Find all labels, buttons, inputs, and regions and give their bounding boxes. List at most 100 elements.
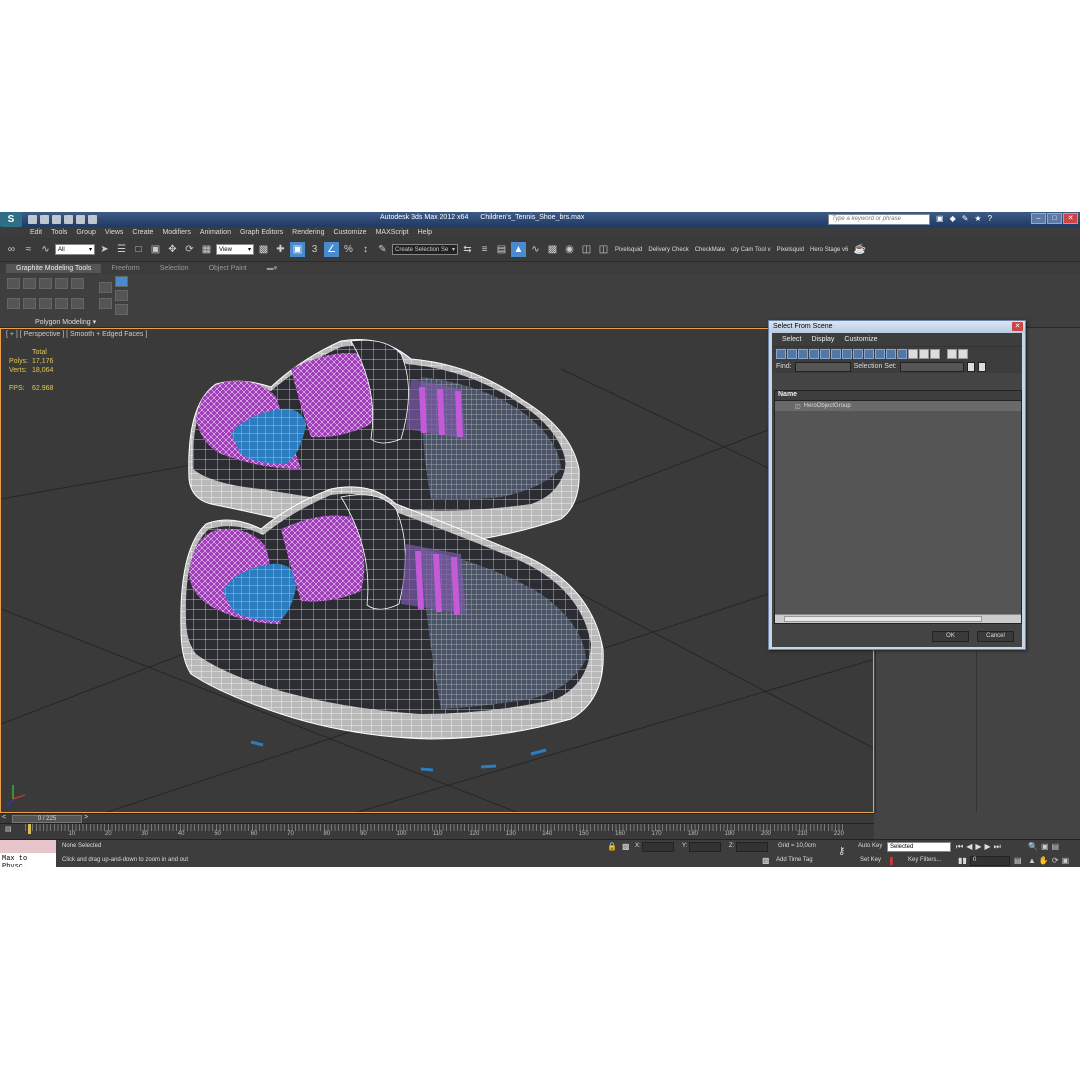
dialog-menu-customize[interactable]: Customize [844,336,877,343]
next-frame-icon[interactable]: > [84,814,88,821]
dialog-menu-select[interactable]: Select [782,336,801,343]
show-end-result-icon[interactable] [55,298,68,309]
current-frame-field[interactable]: 0 [970,856,1010,866]
app-logo-icon[interactable]: S [0,212,22,227]
next-stack-icon[interactable] [39,298,52,309]
mirror-icon[interactable]: ⇆ [460,242,475,257]
plugin-hero-stage[interactable]: Hero Stage v6 [810,247,848,253]
close-button[interactable]: ✕ [1063,213,1078,224]
menu-graph-editors[interactable]: Graph Editors [240,229,283,236]
key-mode-toggle-icon[interactable]: ▮▮ [958,856,967,865]
field-of-view-icon[interactable]: ▲ [1028,856,1036,865]
help-search-input[interactable]: Type a keyword or phrase [828,214,930,225]
time-slider[interactable]: < 0 / 225 > [0,813,874,823]
named-selection-dropdown[interactable]: Create Selection Se ▾ [392,244,458,255]
zoom-icon[interactable]: 🔍 [1028,842,1038,851]
mini-curve-editor-icon[interactable]: ▤ [5,825,12,833]
key-mode-dropdown[interactable]: Selected [887,842,951,852]
menu-edit[interactable]: Edit [30,229,42,236]
repeat-last-icon[interactable] [99,298,112,309]
plugin-checkmate[interactable]: CheckMate [695,247,725,253]
dialog-close-button[interactable]: ✕ [1012,322,1023,331]
previous-key-icon[interactable]: ◀ [966,842,972,852]
maxscript-listener[interactable]: Max to Physc. [0,853,56,867]
key-filters-button[interactable]: Key Filters... [908,857,941,863]
rectangular-selection-icon[interactable]: □ [131,242,146,257]
plugin-delivery-check[interactable]: Delivery Check [648,247,688,253]
time-configuration-icon[interactable]: ▤ [1014,856,1022,865]
find-input[interactable] [794,361,851,372]
display-helpers-icon[interactable] [820,348,830,359]
menu-customize[interactable]: Customize [333,229,366,236]
display-cameras-icon[interactable] [809,348,819,359]
menu-maxscript[interactable]: MAXScript [376,229,409,236]
display-xrefs-icon[interactable] [853,348,863,359]
vertex-mode-icon[interactable] [7,278,20,289]
orbit-icon[interactable]: ⟳ [1052,856,1059,865]
horizontal-scrollbar[interactable] [775,614,1021,623]
bind-space-warp-icon[interactable]: ∿ [38,242,53,257]
dialog-menu-display[interactable]: Display [811,336,834,343]
favorites-star-icon[interactable]: ★ [974,214,981,223]
select-by-name-icon[interactable]: ☰ [114,242,129,257]
display-hidden-icon[interactable] [897,348,907,359]
sync-selection-icon[interactable] [947,348,957,359]
maximize-viewport-icon[interactable]: ▣ [1062,856,1070,865]
ignore-backfacing-icon[interactable] [115,290,128,301]
edge-mode-icon[interactable] [23,278,36,289]
filter-icon[interactable] [958,348,968,359]
z-coordinate-field[interactable] [736,842,768,852]
lock-icon[interactable]: 🔒 [607,842,617,851]
angle-snap-icon[interactable]: ∠ [324,242,339,257]
list-item[interactable]: ◫ HeroObjectGroup [775,401,1021,411]
menu-modifiers[interactable]: Modifiers [162,229,190,236]
menu-help[interactable]: Help [418,229,432,236]
polygon-mode-icon[interactable] [55,278,68,289]
viewport-label[interactable]: [ + ] [ Perspective ] [ Smooth + Edged F… [6,331,147,338]
plugin-beauty-cam-tool[interactable]: uty Cam Tool v [731,247,771,253]
front-shoe-mesh[interactable] [180,486,604,772]
use-displace-icon[interactable] [115,304,128,315]
rotate-icon[interactable]: ⟳ [182,242,197,257]
window-crossing-icon[interactable]: ▣ [148,242,163,257]
border-mode-icon[interactable] [39,278,52,289]
previous-stack-icon[interactable] [23,298,36,309]
scrollbar-thumb[interactable] [784,616,982,622]
ribbon-options-icon[interactable]: ▬▾ [257,263,288,273]
material-editor-icon[interactable]: ◉ [562,242,577,257]
display-invert-icon[interactable] [930,348,940,359]
curve-editor-icon[interactable]: ∿ [528,242,543,257]
ok-button[interactable]: OK [932,631,969,642]
display-none-icon[interactable] [919,348,929,359]
new-file-icon[interactable] [28,215,37,224]
time-slider-thumb[interactable]: 0 / 225 [12,815,82,823]
project-folder-icon[interactable] [88,215,97,224]
select-link-icon[interactable]: ∞ [4,242,19,257]
align-icon[interactable]: ≡ [477,242,492,257]
tab-freeform[interactable]: Freeform [101,264,149,273]
column-header-name[interactable]: Name [775,391,1021,401]
next-key-icon[interactable]: ▶ [985,842,991,852]
dialog-title-bar[interactable]: Select From Scene ✕ [769,321,1025,333]
menu-create[interactable]: Create [132,229,153,236]
menu-views[interactable]: Views [105,229,124,236]
select-set-icon[interactable] [966,361,975,372]
teapot-icon[interactable]: ☕ [852,242,867,257]
select-object-icon[interactable]: ➤ [97,242,112,257]
display-shapes-icon[interactable] [787,348,797,359]
element-mode-icon[interactable] [71,278,84,289]
spinner-snap-icon[interactable]: ↕ [358,242,373,257]
binoculars-icon[interactable]: ▣ [936,214,944,223]
collapse-stack-icon[interactable] [71,298,84,309]
open-file-icon[interactable] [40,215,49,224]
display-geometry-icon[interactable] [776,348,786,359]
menu-tools[interactable]: Tools [51,229,67,236]
key-icon[interactable]: ⚷ [838,846,845,857]
subscription-icon[interactable]: ◆ [950,214,956,223]
tab-object-paint[interactable]: Object Paint [199,264,257,273]
selection-set-dropdown[interactable] [899,361,964,372]
snaps-toggle-icon[interactable]: 3 [307,242,322,257]
y-coordinate-field[interactable] [689,842,721,852]
save-file-icon[interactable] [52,215,61,224]
modify-mode-icon[interactable] [7,298,20,309]
